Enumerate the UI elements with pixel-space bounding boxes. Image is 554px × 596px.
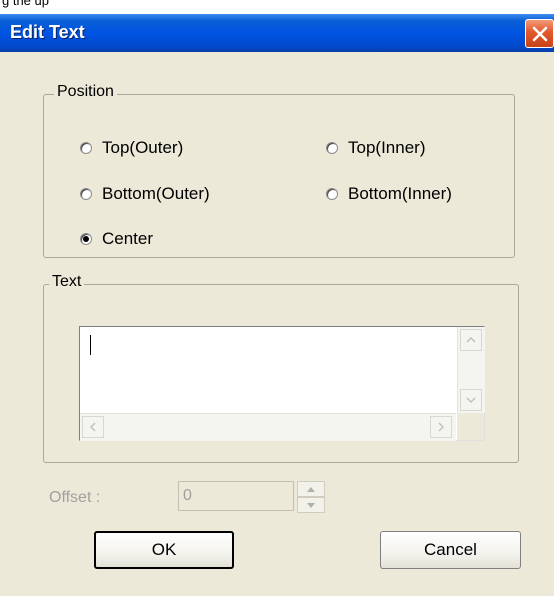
radio-top-outer[interactable]: Top(Outer)	[80, 137, 183, 159]
radio-bottom-inner[interactable]: Bottom(Inner)	[326, 183, 452, 205]
radio-center[interactable]: Center	[80, 228, 153, 250]
edit-text-dialog: Edit Text Position Top(Outer) Top(Inner)…	[0, 14, 554, 596]
offset-label: Offset :	[49, 489, 101, 506]
radio-indicator	[80, 188, 92, 200]
ok-button[interactable]: OK	[94, 531, 234, 569]
radio-indicator	[326, 188, 338, 200]
text-input-area[interactable]	[79, 326, 485, 441]
scroll-left-button[interactable]	[82, 416, 104, 438]
scrollbar-corner	[457, 413, 484, 440]
arrow-left-icon	[90, 422, 96, 432]
background-text: g the up	[2, 0, 49, 8]
offset-spin-up[interactable]	[297, 481, 325, 497]
scroll-up-button[interactable]	[460, 329, 482, 351]
arrow-up-icon	[466, 337, 476, 343]
background-strip: g the up	[0, 0, 554, 14]
dialog-title: Edit Text	[10, 22, 85, 42]
arrow-up-icon	[307, 486, 315, 492]
offset-spin-down[interactable]	[297, 497, 325, 513]
arrow-right-icon	[438, 422, 444, 432]
text-legend: Text	[49, 273, 85, 291]
vertical-scrollbar[interactable]	[457, 327, 485, 413]
radio-label: Top(Outer)	[102, 138, 184, 157]
radio-indicator	[326, 142, 338, 154]
radio-label: Center	[102, 229, 154, 248]
cancel-button[interactable]: Cancel	[380, 531, 521, 569]
radio-indicator-checked	[80, 233, 92, 245]
radio-top-inner[interactable]: Top(Inner)	[326, 137, 425, 159]
position-group: Position Top(Outer) Top(Inner) Bottom(Ou…	[43, 83, 515, 258]
horizontal-scrollbar[interactable]	[80, 413, 456, 441]
title-bar[interactable]: Edit Text	[0, 14, 554, 52]
offset-input[interactable]: 0	[178, 481, 294, 511]
radio-bottom-outer[interactable]: Bottom(Outer)	[80, 183, 210, 205]
radio-label: Top(Inner)	[348, 138, 426, 157]
radio-indicator	[80, 142, 92, 154]
close-button[interactable]	[525, 19, 554, 48]
scroll-down-button[interactable]	[460, 389, 482, 411]
scroll-right-button[interactable]	[430, 416, 452, 438]
text-caret	[90, 335, 91, 355]
dialog-body: Position Top(Outer) Top(Inner) Bottom(Ou…	[0, 52, 554, 596]
position-legend: Position	[54, 83, 117, 101]
radio-label: Bottom(Inner)	[348, 184, 452, 203]
arrow-down-icon	[307, 502, 315, 508]
close-icon	[532, 26, 548, 42]
text-group: Text	[43, 273, 519, 463]
arrow-down-icon	[466, 397, 476, 403]
radio-label: Bottom(Outer)	[102, 184, 210, 203]
